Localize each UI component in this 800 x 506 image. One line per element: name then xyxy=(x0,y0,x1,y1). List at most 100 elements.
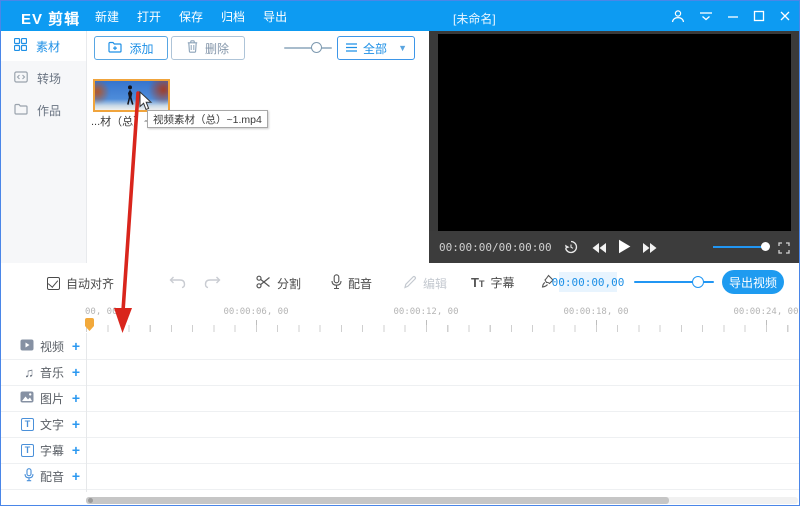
add-text-clip-button[interactable]: + xyxy=(70,417,82,431)
menu-archive[interactable]: 归档 xyxy=(221,8,245,25)
track-row-music[interactable]: ♫ 音乐 + xyxy=(1,359,799,386)
track-row-image[interactable]: 图片 + xyxy=(1,385,799,412)
microphone-icon xyxy=(331,274,342,293)
transition-icon xyxy=(14,71,28,86)
thumbnail-size-slider-knob[interactable] xyxy=(311,42,322,53)
minimize-icon[interactable] xyxy=(727,10,739,22)
auto-align-checkbox[interactable]: 自动对齐 xyxy=(47,275,114,292)
folder-plus-icon xyxy=(108,41,122,56)
add-material-button[interactable]: 添加 xyxy=(94,36,168,60)
split-button[interactable]: 分割 xyxy=(256,275,301,292)
delete-material-label: 删除 xyxy=(205,40,229,57)
text-tt-icon: TT xyxy=(471,275,484,290)
thumbnail-size-slider[interactable] xyxy=(284,47,332,49)
timeline-ruler[interactable]: 00, 00 00:00:06, 00 00:00:12, 00 00:00:1… xyxy=(1,301,799,334)
track-label-video: 视频 + xyxy=(1,333,86,359)
close-icon[interactable] xyxy=(779,10,791,22)
volume-slider-knob[interactable] xyxy=(761,242,770,251)
document-title: [未命名] xyxy=(453,10,496,27)
horizontal-scrollbar-thumb[interactable] xyxy=(86,497,669,504)
delete-material-button[interactable]: 删除 xyxy=(171,36,245,60)
fullscreen-icon[interactable] xyxy=(778,241,790,259)
checkbox-checked-icon xyxy=(47,277,60,290)
dub-button[interactable]: 配音 xyxy=(331,274,372,293)
rewind-icon[interactable] xyxy=(591,241,607,259)
track-label-dub: 配音 + xyxy=(1,463,86,489)
walking-person-silhouette xyxy=(123,84,137,107)
track-label-music: ♫ 音乐 + xyxy=(1,359,86,385)
add-video-clip-button[interactable]: + xyxy=(70,339,82,353)
ruler-label: 00:00:06, 00 xyxy=(216,307,296,317)
trash-icon xyxy=(187,40,198,56)
video-clip-thumbnail[interactable] xyxy=(93,79,170,112)
music-note-icon: ♫ xyxy=(24,366,34,379)
menu-save[interactable]: 保存 xyxy=(179,8,203,25)
text-track-icon: T xyxy=(21,418,34,431)
track-label-image: 图片 + xyxy=(1,385,86,411)
material-library-panel: 添加 删除 全部 ▼ ...材（总）~ 视频素材（总）~1.mp4 xyxy=(87,31,429,263)
titlebar: EV 剪辑 新建 打开 保存 归档 导出 [未命名] xyxy=(1,1,799,31)
sidebar-item-material[interactable]: 素材 xyxy=(1,31,86,61)
player-controls-bar: 00:00:00/00:00:00 xyxy=(429,231,799,263)
replay-icon[interactable] xyxy=(564,240,578,259)
maximize-icon[interactable] xyxy=(753,10,765,22)
thumbnail-foliage-left xyxy=(93,81,109,105)
chevron-down-icon: ▼ xyxy=(398,43,407,53)
sidebar-item-transition[interactable]: 转场 xyxy=(1,63,86,93)
pencil-icon xyxy=(403,275,417,292)
sidebar: 素材 转场 作品 xyxy=(1,31,87,263)
user-account-icon[interactable] xyxy=(671,9,685,23)
add-image-clip-button[interactable]: + xyxy=(70,391,82,405)
folder-icon xyxy=(14,103,28,118)
menu-export[interactable]: 导出 xyxy=(263,8,287,25)
track-row-video[interactable]: 视频 + xyxy=(1,333,799,360)
app-logo: EV 剪辑 xyxy=(21,8,80,29)
grid-icon xyxy=(14,38,27,54)
window-controls xyxy=(671,1,791,31)
collapse-menu-icon[interactable] xyxy=(699,10,713,22)
track-label-text: T 文字 + xyxy=(1,411,86,437)
add-subtitle-clip-button[interactable]: + xyxy=(70,443,82,457)
menu-open[interactable]: 打开 xyxy=(137,8,161,25)
edit-toolbar: 自动对齐 分割 配音 编辑 TT 字幕 清空 00:00:00,00 导出视频 xyxy=(1,263,799,302)
split-label: 分割 xyxy=(277,275,301,292)
subtitle-label: 字幕 xyxy=(490,274,514,291)
video-preview-area xyxy=(438,34,791,231)
ruler-minor-ticks xyxy=(86,325,798,332)
mic-track-icon xyxy=(24,468,34,485)
timeline-tracks: 视频 + ♫ 音乐 + 图片 + T 文字 + xyxy=(1,333,799,492)
filter-selected-value: 全部 xyxy=(363,40,387,57)
scrollbar-handle-dot xyxy=(88,498,93,503)
add-material-label: 添加 xyxy=(129,40,153,57)
sidebar-item-works[interactable]: 作品 xyxy=(1,95,86,125)
add-dub-clip-button[interactable]: + xyxy=(70,469,82,483)
sidebar-item-label: 转场 xyxy=(37,70,61,87)
video-track-icon xyxy=(20,339,34,354)
track-label-divider xyxy=(86,333,87,492)
redo-icon[interactable] xyxy=(204,274,221,289)
ruler-label: 00, 00 xyxy=(85,307,118,317)
hamburger-icon xyxy=(346,41,357,55)
track-row-text[interactable]: T 文字 + xyxy=(1,411,799,438)
ruler-label: 00:00:18, 00 xyxy=(556,307,636,317)
add-music-clip-button[interactable]: + xyxy=(70,365,82,379)
subtitle-button[interactable]: TT 字幕 xyxy=(471,274,514,291)
clip-tooltip: 视频素材（总）~1.mp4 xyxy=(147,110,268,128)
undo-icon[interactable] xyxy=(169,274,186,289)
thumbnail-foliage-right xyxy=(149,79,170,105)
app-window: EV 剪辑 新建 打开 保存 归档 导出 [未命名] 素材 转场 作品 xyxy=(0,0,800,506)
play-icon[interactable] xyxy=(618,239,631,259)
edit-button[interactable]: 编辑 xyxy=(403,275,447,292)
timeline-zoom-slider-knob[interactable] xyxy=(692,276,704,288)
filter-dropdown[interactable]: 全部 ▼ xyxy=(337,36,415,60)
export-video-button[interactable]: 导出视频 xyxy=(722,270,784,294)
track-row-subtitle[interactable]: T 字幕 + xyxy=(1,437,799,464)
fast-forward-icon[interactable] xyxy=(642,241,658,259)
image-track-icon xyxy=(20,391,34,406)
dub-label: 配音 xyxy=(348,275,372,292)
sidebar-item-label: 作品 xyxy=(37,102,61,119)
track-row-dub[interactable]: 配音 + xyxy=(1,463,799,490)
player-time-display: 00:00:00/00:00:00 xyxy=(439,241,552,254)
sidebar-item-label: 素材 xyxy=(36,38,60,55)
menu-new[interactable]: 新建 xyxy=(95,8,119,25)
